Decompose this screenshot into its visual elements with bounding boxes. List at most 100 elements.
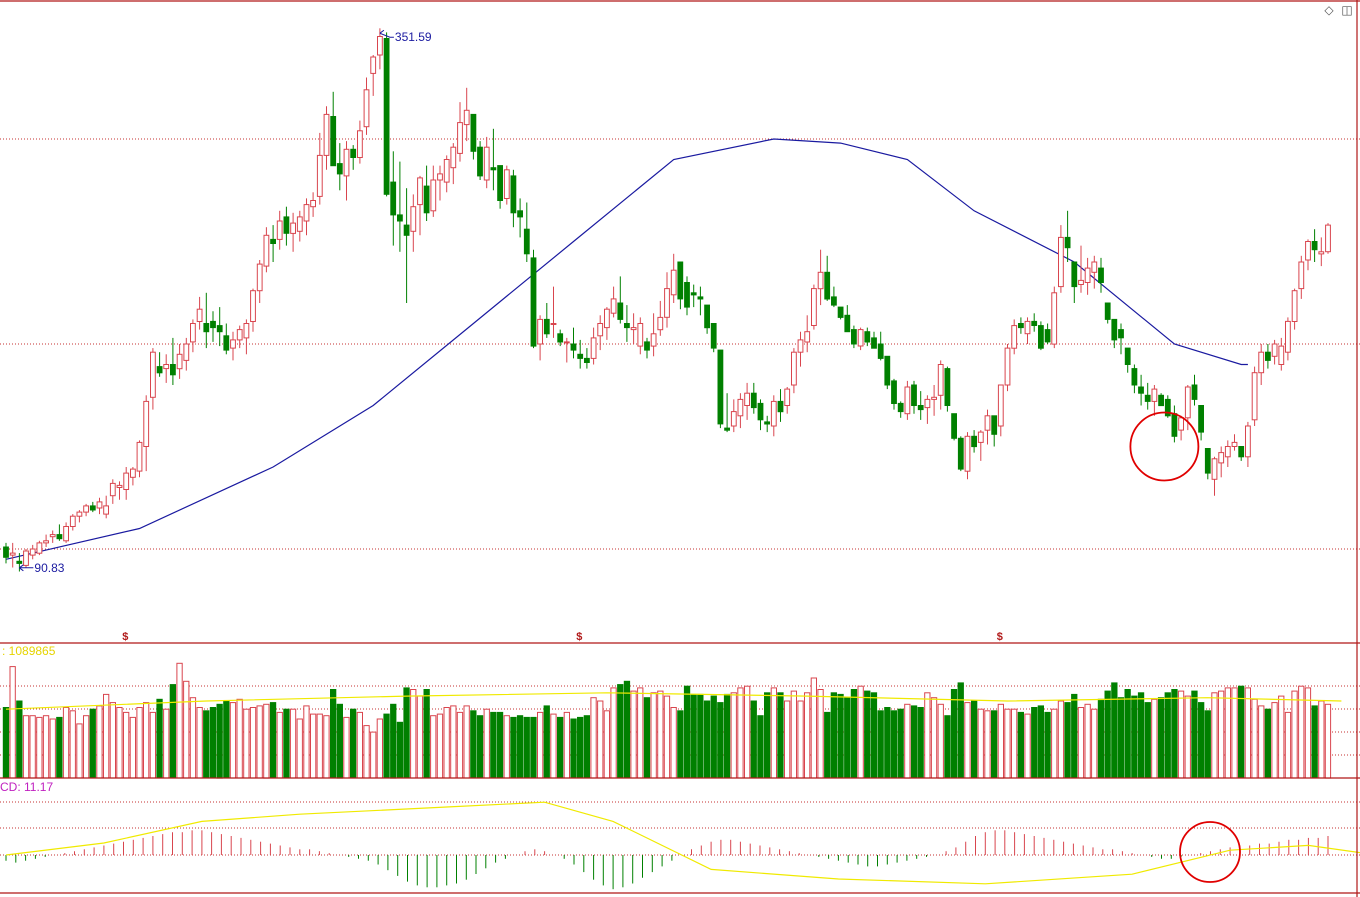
candle: [69, 514, 76, 531]
candle: [223, 323, 230, 355]
volume-bar: [236, 698, 243, 779]
candle: [3, 542, 9, 564]
volume-bar: [216, 703, 223, 779]
volume-bar: [683, 685, 691, 779]
candle: [764, 415, 771, 433]
candle: [130, 467, 136, 486]
candle: [1158, 393, 1164, 407]
candle-body: [624, 323, 630, 329]
volume-bar: [9, 666, 16, 779]
candle: [477, 141, 483, 180]
candle-body: [497, 165, 504, 202]
candle-body: [750, 392, 757, 409]
candle-body: [1325, 224, 1331, 253]
candle-body: [831, 296, 837, 306]
candle-body: [43, 540, 50, 544]
volume-bar: [510, 716, 517, 779]
volume-bar: [1104, 690, 1111, 779]
candle: [483, 136, 490, 189]
candle-body: [136, 441, 143, 472]
candle-body: [1084, 267, 1091, 284]
candle-body: [563, 341, 570, 344]
candle-body: [250, 290, 256, 323]
volume-bar: [116, 707, 123, 779]
candle: [1171, 405, 1178, 443]
maximize-icon[interactable]: ◫: [1340, 3, 1354, 17]
candle-body: [543, 318, 550, 335]
volume-bar: [804, 692, 811, 779]
candle-body: [977, 431, 984, 443]
candle-body: [1211, 458, 1218, 480]
candle-body: [483, 146, 490, 181]
volume-bar: [123, 711, 130, 779]
candle-body: [644, 341, 650, 351]
candle: [136, 440, 143, 478]
volume-bar: [884, 707, 891, 779]
candle-body: [1071, 261, 1078, 288]
volume-bar: [1291, 690, 1298, 779]
volume-bar: [523, 716, 530, 779]
candle-body: [697, 296, 704, 300]
candle: [1251, 366, 1258, 426]
volume-bar: [129, 716, 136, 779]
candle: [203, 292, 210, 349]
candle-body: [884, 355, 891, 386]
candle-body: [270, 238, 277, 244]
volume-bar: [289, 708, 297, 779]
volume-bar: [730, 692, 737, 779]
candle-body: [63, 526, 70, 542]
volume-bar: [603, 710, 611, 779]
volume-bar: [96, 705, 103, 779]
candle-body: [1118, 329, 1124, 339]
candle-body: [1191, 384, 1198, 400]
candle: [190, 319, 196, 353]
volume-bar: [1017, 711, 1025, 779]
candle: [864, 327, 871, 347]
candle-body: [36, 542, 43, 554]
volume-bar: [583, 715, 591, 779]
candle-body: [150, 351, 156, 398]
volume-bar: [196, 707, 203, 779]
candle-body: [49, 534, 56, 538]
candle-body: [116, 484, 123, 488]
candle-body: [403, 224, 410, 236]
volume-bar: [997, 703, 1005, 779]
candle: [1198, 405, 1204, 441]
candle-body: [557, 333, 564, 343]
volume-bar: [1304, 687, 1312, 779]
candle-body: [570, 343, 577, 351]
candle-body: [310, 200, 317, 208]
candle: [410, 194, 417, 252]
volume-bar: [830, 692, 838, 779]
candle: [383, 32, 390, 197]
candle: [884, 355, 891, 390]
candle: [463, 87, 470, 142]
candle: [1311, 229, 1318, 262]
candle: [116, 481, 123, 500]
candle: [1318, 237, 1325, 267]
volume-bar: [1171, 689, 1178, 779]
candle: [270, 225, 277, 262]
candle-body: [1018, 323, 1024, 329]
volume-bar: [1037, 705, 1044, 779]
candle: [263, 227, 270, 273]
candle-body: [1311, 241, 1318, 251]
candle-body: [463, 109, 470, 126]
candle-body: [357, 130, 363, 159]
volume-bar: [577, 716, 584, 779]
candle: [303, 198, 310, 236]
candle: [183, 337, 190, 371]
price-panel: [0, 28, 1360, 572]
volume-bar: [1177, 690, 1185, 779]
candle-body: [243, 323, 250, 339]
candle: [390, 151, 397, 246]
volume-bar: [850, 689, 858, 779]
candle: [684, 276, 690, 316]
candle-body: [176, 353, 183, 370]
candle-body: [770, 400, 777, 427]
candle-body: [1178, 417, 1184, 431]
restore-icon[interactable]: ◇: [1322, 3, 1336, 17]
volume-bar: [557, 716, 564, 779]
candle: [570, 327, 577, 359]
volume-value-label: : 1089865: [2, 644, 56, 658]
